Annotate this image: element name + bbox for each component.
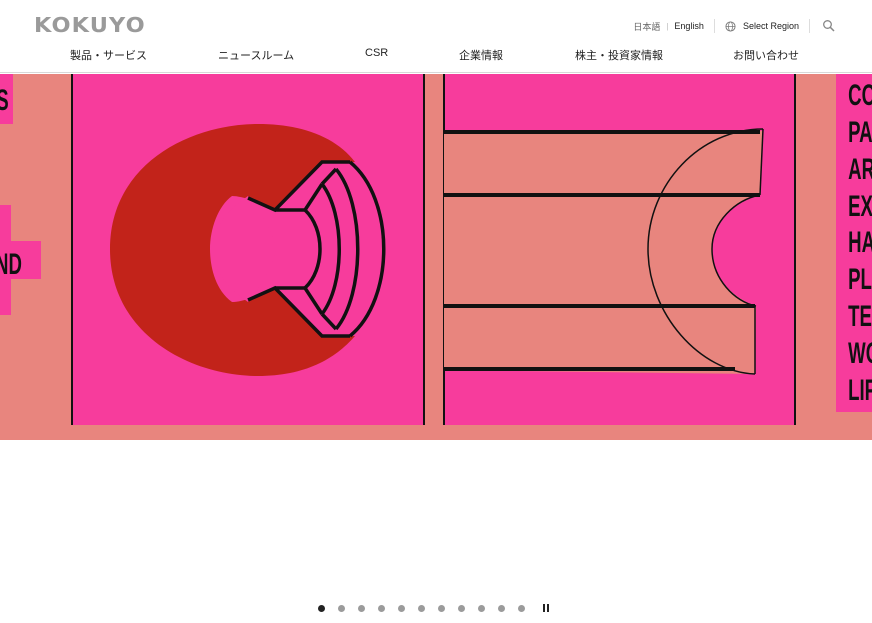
carousel-dot[interactable] — [498, 604, 505, 612]
right-word-5: HA — [848, 226, 872, 260]
pause-icon[interactable] — [543, 604, 549, 612]
select-region-link[interactable]: Select Region — [743, 21, 799, 31]
nav-products[interactable]: 製品・サービス — [70, 47, 147, 63]
right-word-7: TE — [848, 300, 872, 334]
nav-investors[interactable]: 株主・投資家情報 — [575, 47, 663, 63]
carousel-dot[interactable] — [458, 604, 465, 612]
carousel-dot[interactable] — [418, 604, 425, 612]
right-word-8: WO — [848, 337, 872, 371]
main-nav: 製品・サービス ニュースルーム CSR 企業情報 株主・投資家情報 お問い合わせ — [0, 47, 872, 67]
left-fragment-nd: ND — [0, 248, 22, 282]
hero-artwork: S ND — [0, 74, 872, 440]
utility-divider — [809, 19, 810, 33]
utility-divider — [713, 19, 715, 33]
art-panel-left — [71, 74, 425, 425]
lang-separator: | — [666, 21, 669, 31]
nav-company-info[interactable]: 企業情報 — [459, 47, 503, 63]
lang-japanese-link[interactable]: 日本語 — [633, 20, 660, 33]
carousel-dot[interactable] — [318, 604, 325, 612]
carousel-dot[interactable] — [378, 604, 385, 612]
art-panel-right — [443, 74, 796, 425]
utility-bar: 日本語 | English Select Region — [633, 16, 872, 36]
right-word-column: CO PA AR EX HA PL TE WO LIF — [836, 74, 872, 412]
left-fragment-s: S — [0, 84, 9, 118]
kokuyo-logo[interactable]: KOKUYO — [34, 13, 146, 37]
right-word-6: PL — [848, 263, 872, 297]
nav-newsroom[interactable]: ニュースルーム — [218, 47, 294, 63]
right-word-3: AR — [848, 153, 872, 187]
lang-english-link[interactable]: English — [674, 21, 704, 31]
carousel-pagination — [318, 602, 549, 614]
site-header: KOKUYO 日本語 | English Select Region 製品・サー… — [0, 0, 872, 73]
carousel-dot[interactable] — [398, 604, 405, 612]
carousel-dot[interactable] — [438, 604, 445, 612]
nav-contact[interactable]: お問い合わせ — [733, 47, 799, 63]
carousel-dots — [318, 604, 538, 612]
right-word-9: LIF — [848, 374, 872, 408]
nav-csr[interactable]: CSR — [365, 47, 388, 59]
hero-slide[interactable]: S ND — [0, 74, 872, 440]
right-word-4: EX — [848, 190, 872, 224]
globe-icon[interactable] — [725, 20, 736, 32]
right-word-2: PA — [848, 116, 872, 150]
search-icon[interactable] — [822, 19, 836, 33]
carousel-dot[interactable] — [338, 604, 345, 612]
carousel-dot[interactable] — [518, 604, 525, 612]
carousel-dot[interactable] — [478, 604, 485, 612]
right-word-1: CO — [848, 79, 872, 113]
carousel-dot[interactable] — [358, 604, 365, 612]
